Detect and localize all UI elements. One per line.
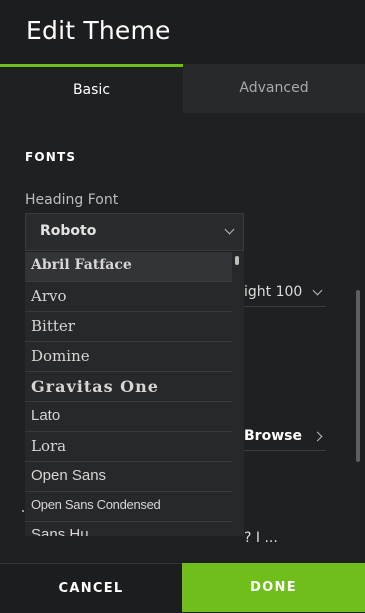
font-option-label: Arvo bbox=[31, 287, 67, 305]
font-option-label: Lato bbox=[31, 407, 61, 424]
tab-advanced[interactable]: Advanced bbox=[183, 64, 365, 113]
font-option-abril-fatface[interactable]: Abril Fatface bbox=[25, 252, 232, 282]
header: Edit Theme bbox=[0, 0, 365, 66]
footer: CANCEL DONE bbox=[0, 563, 365, 612]
font-option-label: Bitter bbox=[31, 317, 75, 335]
font-option-label: Sans Hu... bbox=[31, 526, 102, 536]
stray-dot bbox=[22, 510, 24, 512]
heading-font-label: Heading Font bbox=[25, 192, 119, 208]
font-option-bitter[interactable]: Bitter bbox=[25, 312, 232, 342]
tab-bar: Basic Advanced bbox=[0, 64, 365, 113]
font-weight-value: ight 100 bbox=[244, 284, 303, 300]
tab-basic[interactable]: Basic bbox=[0, 64, 183, 113]
font-option-partial[interactable]: Sans Hu... bbox=[25, 522, 232, 536]
chevron-down-icon bbox=[224, 224, 235, 235]
heading-font-select[interactable]: Roboto bbox=[25, 213, 244, 251]
panel-scrollbar[interactable] bbox=[356, 290, 360, 462]
dropdown-scrollbar[interactable] bbox=[235, 256, 239, 265]
chevron-right-icon bbox=[312, 431, 323, 442]
font-option-label: Gravitas One bbox=[31, 377, 159, 396]
heading-font-value: Roboto bbox=[40, 223, 97, 239]
font-option-domine[interactable]: Domine bbox=[25, 342, 232, 372]
font-option-label: Lora bbox=[31, 437, 67, 455]
font-option-lato[interactable]: Lato bbox=[25, 402, 232, 432]
page-title: Edit Theme bbox=[26, 16, 171, 45]
heading-font-dropdown: Abril Fatface Arvo Bitter Domine Gravita… bbox=[25, 252, 244, 536]
font-option-lora[interactable]: Lora bbox=[25, 432, 232, 462]
font-option-open-sans[interactable]: Open Sans bbox=[25, 462, 232, 492]
done-button[interactable]: DONE bbox=[182, 563, 365, 612]
font-option-arvo[interactable]: Arvo bbox=[25, 282, 232, 312]
browse-label: Browse bbox=[244, 428, 302, 444]
partial-setting-text: ? I ... bbox=[244, 530, 278, 546]
font-option-label: Open Sans Condensed bbox=[31, 497, 161, 512]
font-weight-select[interactable]: ight 100 bbox=[244, 279, 326, 307]
partial-setting-row: ? I ... bbox=[244, 524, 326, 552]
fonts-section-title: FONTS bbox=[25, 150, 77, 164]
font-option-gravitas-one[interactable]: Gravitas One bbox=[25, 372, 232, 402]
font-option-label: Domine bbox=[31, 347, 90, 365]
font-option-label: Open Sans bbox=[31, 467, 107, 484]
browse-button[interactable]: Browse bbox=[244, 423, 326, 451]
chevron-down-icon bbox=[312, 285, 323, 296]
font-option-open-sans-condensed[interactable]: Open Sans Condensed bbox=[25, 492, 232, 522]
font-option-label: Abril Fatface bbox=[31, 257, 132, 273]
cancel-button[interactable]: CANCEL bbox=[0, 563, 182, 612]
